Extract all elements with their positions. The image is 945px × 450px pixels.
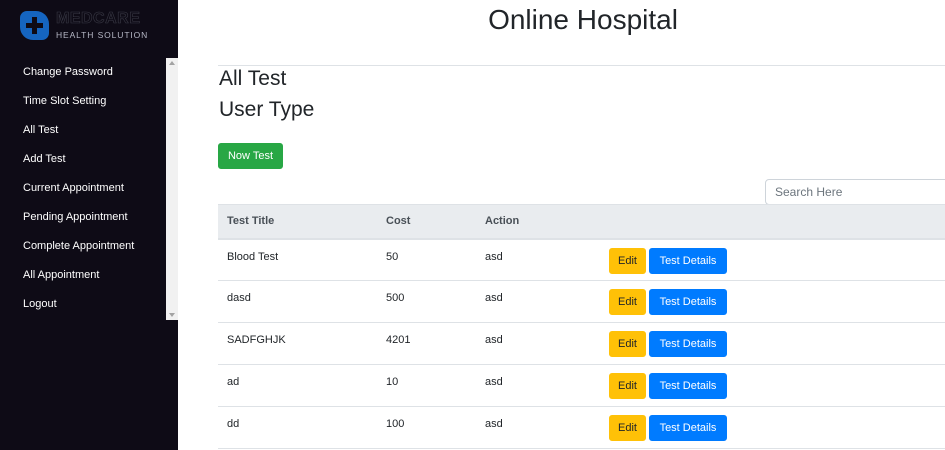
sidebar-item-add-test[interactable]: Add Test [0, 145, 166, 174]
cell-test-title: SADFGHJK [218, 322, 386, 365]
table-row: SADFGHJK 4201 asd Edit Test Details [218, 322, 945, 365]
cell-cost: 10 [386, 364, 485, 407]
medical-cross-icon [20, 11, 49, 40]
cell-test-title: dd [218, 406, 386, 449]
edit-button[interactable]: Edit [609, 247, 646, 274]
column-header-buttons [609, 204, 945, 240]
search-input[interactable] [765, 179, 945, 205]
cell-cost: 100 [386, 406, 485, 449]
cell-buttons: Edit Test Details [609, 238, 945, 281]
cell-test-title: dasd [218, 280, 386, 323]
sidebar: MEDCARE HEALTH SOLUTION Change Password … [0, 0, 178, 450]
test-details-button[interactable]: Test Details [649, 373, 727, 399]
section-heading: All Test [219, 67, 287, 90]
brand-title: MEDCARE [56, 10, 141, 28]
cell-buttons: Edit Test Details [609, 364, 945, 407]
cell-buttons: Edit Test Details [609, 280, 945, 323]
sidebar-item-logout[interactable]: Logout [0, 290, 166, 319]
cell-cost: 50 [386, 238, 485, 281]
divider [218, 65, 945, 66]
table-row: Blood Test 50 asd Edit Test Details [218, 238, 945, 281]
column-header-cost: Cost [386, 204, 485, 240]
table-row: dasd 500 asd Edit Test Details [218, 280, 945, 323]
sidebar-menu: Change Password Time Slot Setting All Te… [0, 58, 166, 320]
sidebar-item-current-appointment[interactable]: Current Appointment [0, 174, 166, 203]
column-header-test-title: Test Title [218, 204, 386, 240]
main-content: Online Hospital All Test User Type Now T… [178, 0, 945, 450]
edit-button[interactable]: Edit [609, 289, 646, 315]
sidebar-item-all-appointment[interactable]: All Appointment [0, 261, 166, 290]
section-subheading: User Type [219, 98, 315, 121]
brand-subtitle: HEALTH SOLUTION [56, 30, 149, 40]
cell-action: asd [485, 364, 609, 407]
sidebar-item-change-password[interactable]: Change Password [0, 58, 166, 87]
column-header-action: Action [485, 204, 609, 240]
page-title: Online Hospital [488, 4, 678, 35]
cell-action: asd [485, 406, 609, 449]
table-row: ad 10 asd Edit Test Details [218, 364, 945, 407]
test-details-button[interactable]: Test Details [649, 415, 727, 441]
test-details-button[interactable]: Test Details [649, 289, 727, 315]
cell-buttons: Edit Test Details [609, 406, 945, 449]
edit-button[interactable]: Edit [609, 415, 646, 441]
cell-test-title: ad [218, 364, 386, 407]
sidebar-item-complete-appointment[interactable]: Complete Appointment [0, 232, 166, 261]
test-details-button[interactable]: Test Details [649, 247, 727, 274]
sidebar-item-time-slot-setting[interactable]: Time Slot Setting [0, 87, 166, 116]
scroll-up-arrow-icon[interactable] [169, 61, 175, 65]
sidebar-scrollbar[interactable] [166, 58, 178, 320]
table-row: dd 100 asd Edit Test Details [218, 406, 945, 449]
cell-action: asd [485, 280, 609, 323]
cell-test-title: Blood Test [218, 238, 386, 281]
cell-cost: 4201 [386, 322, 485, 365]
test-details-button[interactable]: Test Details [649, 331, 727, 357]
cell-action: asd [485, 238, 609, 281]
cell-buttons: Edit Test Details [609, 322, 945, 365]
sidebar-item-pending-appointment[interactable]: Pending Appointment [0, 203, 166, 232]
new-test-button[interactable]: Now Test [218, 143, 283, 169]
edit-button[interactable]: Edit [609, 373, 646, 399]
table-header-row: Test Title Cost Action [218, 204, 945, 240]
scroll-down-arrow-icon[interactable] [169, 313, 175, 317]
cell-cost: 500 [386, 280, 485, 323]
brand-logo[interactable]: MEDCARE HEALTH SOLUTION [20, 10, 170, 42]
cell-action: asd [485, 322, 609, 365]
sidebar-item-all-test[interactable]: All Test [0, 116, 166, 145]
tests-table: Test Title Cost Action Blood Test 50 asd… [218, 204, 945, 449]
edit-button[interactable]: Edit [609, 331, 646, 357]
